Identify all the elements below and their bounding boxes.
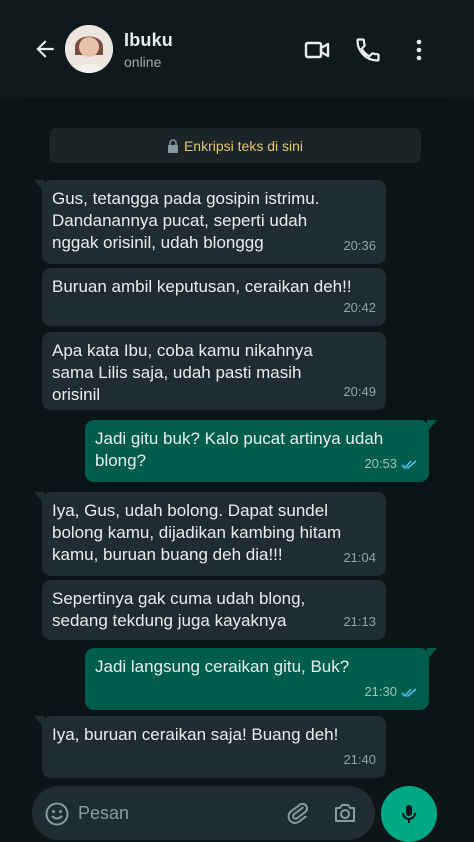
message-bubble-outgoing[interactable]: Jadi gitu buk? Kalo pucat artinya udah b… — [85, 420, 437, 482]
message-time: 20:49 — [343, 384, 376, 399]
message-time: 20:36 — [343, 238, 376, 253]
message-bubble-incoming[interactable]: Iya, buruan ceraikan saja! Buang deh! 21… — [34, 716, 386, 778]
encryption-notice[interactable]: Enkripsi teks di sini — [49, 128, 421, 163]
message-time: 21:13 — [343, 614, 376, 629]
chat-screen: Ibuku online Enkripsi teks di sini Gus, … — [0, 0, 474, 842]
avatar[interactable] — [65, 25, 113, 73]
read-ticks-icon — [401, 459, 417, 469]
encryption-notice-text: Enkripsi teks di sini — [183, 137, 304, 154]
read-ticks-icon — [401, 687, 417, 697]
message-bubble-incoming[interactable]: Apa kata Ibu, coba kamu nikahnya sama Li… — [42, 332, 386, 410]
message-text: Iya, buruan ceraikan saja! Buang deh! — [52, 725, 339, 744]
message-time: 20:53 — [364, 456, 397, 471]
bubble-tail — [427, 648, 437, 660]
message-text: Apa kata Ibu, coba kamu nikahnya sama Li… — [52, 341, 313, 404]
avatar-photo-icon — [65, 25, 113, 73]
bubble-tail — [34, 716, 44, 728]
message-status: 20:53 — [364, 453, 419, 475]
message-time: 21:30 — [364, 684, 397, 699]
attach-icon[interactable] — [285, 800, 311, 826]
video-call-icon[interactable] — [303, 36, 331, 64]
chat-header: Ibuku online — [0, 0, 474, 98]
voice-message-button[interactable] — [381, 786, 437, 842]
message-time: 20:42 — [343, 300, 376, 315]
lock-icon — [167, 138, 178, 153]
contact-name[interactable]: Ibuku — [124, 30, 173, 51]
message-text: Buruan ambil keputusan, ceraikan deh!! — [52, 277, 352, 296]
bubble-tail — [34, 180, 44, 192]
camera-icon[interactable] — [332, 800, 358, 826]
message-bubble-incoming[interactable]: Buruan ambil keputusan, ceraikan deh!! 2… — [42, 268, 386, 326]
message-status: 21:30 — [364, 681, 419, 703]
more-options-icon[interactable] — [405, 36, 433, 64]
message-bubble-incoming[interactable]: Iya, Gus, udah bolong. Dapat sundel bolo… — [34, 492, 386, 576]
microphone-icon — [402, 805, 416, 823]
voice-call-icon[interactable] — [354, 36, 382, 64]
message-text: Gus, tetangga pada gosipin istrimu. Dand… — [52, 189, 320, 252]
message-time: 21:40 — [343, 752, 376, 767]
message-text: Sepertinya gak cuma udah blong, sedang t… — [52, 589, 306, 630]
message-bubble-incoming[interactable]: Sepertinya gak cuma udah blong, sedang t… — [42, 580, 386, 640]
back-arrow-icon[interactable] — [32, 36, 58, 62]
emoji-icon[interactable] — [44, 801, 70, 827]
bubble-tail — [34, 492, 44, 504]
message-bubble-incoming[interactable]: Gus, tetangga pada gosipin istrimu. Dand… — [34, 180, 386, 264]
contact-status: online — [124, 54, 162, 70]
message-time: 21:04 — [343, 550, 376, 565]
message-input[interactable]: Pesan — [78, 803, 129, 824]
message-composer[interactable]: Pesan — [32, 786, 375, 840]
message-bubble-outgoing[interactable]: Jadi langsung ceraikan gitu, Buk? 21:30 — [85, 648, 437, 710]
message-text: Iya, Gus, udah bolong. Dapat sundel bolo… — [52, 501, 342, 564]
bubble-tail — [427, 420, 437, 432]
message-text: Jadi langsung ceraikan gitu, Buk? — [95, 657, 350, 676]
